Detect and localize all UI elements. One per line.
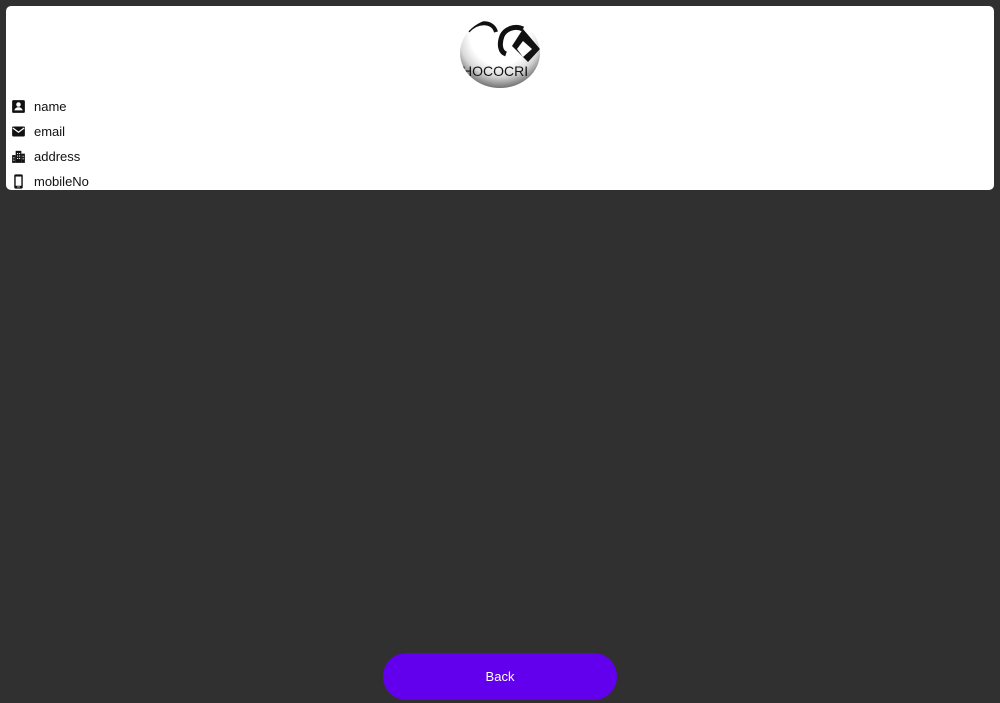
profile-screen: HOCOCRI name email address mobileNo Back: [0, 0, 1000, 703]
name-label: name: [34, 99, 67, 114]
profile-avatar: HOCOCRI: [460, 18, 540, 88]
info-row-address: address: [10, 144, 310, 169]
address-label: address: [34, 149, 81, 164]
profile-info-list: name email address mobileNo: [10, 94, 310, 194]
mobile-phone-icon: [10, 173, 27, 190]
contact-card-icon: [10, 98, 27, 115]
info-row-mobile: mobileNo: [10, 169, 310, 194]
email-label: email: [34, 124, 66, 139]
mobile-number-label: mobileNo: [34, 174, 89, 189]
info-row-email: email: [10, 119, 310, 144]
back-button[interactable]: Back: [383, 653, 617, 700]
city-icon: [10, 148, 27, 165]
info-row-name: name: [10, 94, 310, 119]
mail-icon: [10, 123, 27, 140]
profile-card: HOCOCRI name email address mobileNo: [6, 6, 994, 190]
brand-logo-text: HOCOCRI: [462, 63, 528, 79]
brand-logo: HOCOCRI: [462, 21, 540, 79]
